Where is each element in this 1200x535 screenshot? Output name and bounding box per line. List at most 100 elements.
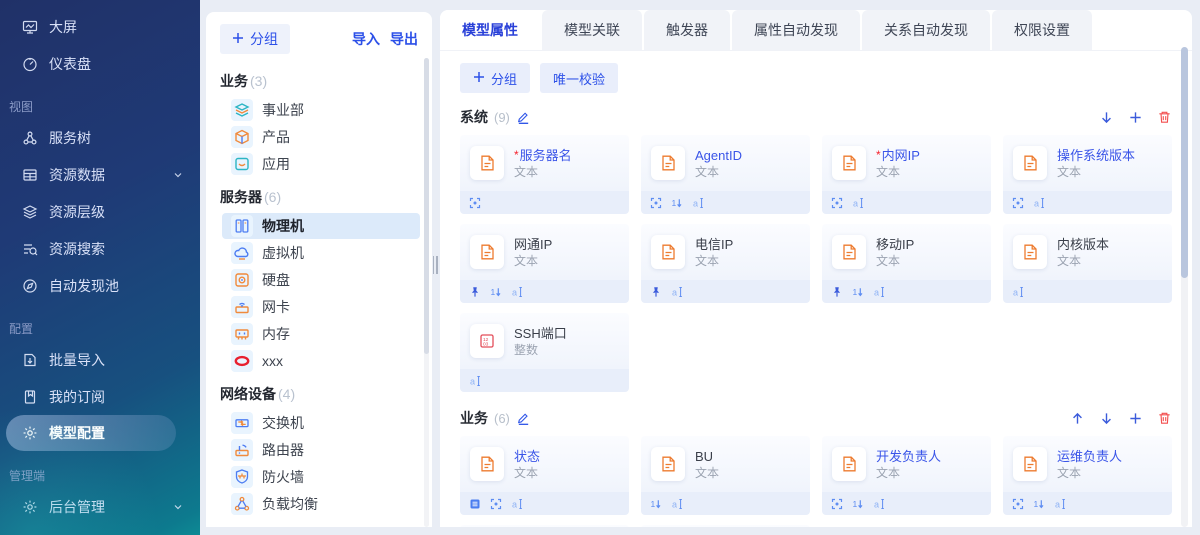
sidebar-item-big-screen[interactable]: 大屏 bbox=[0, 8, 200, 45]
tree-item-network-card[interactable]: 网卡 bbox=[222, 294, 420, 320]
sidebar-item-model-config[interactable]: 模型配置 bbox=[6, 415, 176, 451]
attribute-type: 文本 bbox=[514, 166, 572, 178]
attribute-card-status[interactable]: 状态文本a bbox=[460, 436, 629, 515]
doc-text-icon bbox=[470, 146, 504, 180]
rename-icon[interactable]: a bbox=[852, 197, 864, 209]
pin-icon[interactable] bbox=[650, 286, 662, 298]
model-detail-panel: 模型属性模型关联触发器属性自动发现关系自动发现权限设置 分组 唯一校验 系统(9… bbox=[440, 10, 1192, 527]
tree-item-switch[interactable]: 交换机 bbox=[222, 410, 420, 436]
tab-model-attribute[interactable]: 模型属性 bbox=[440, 10, 540, 50]
tree-item-product[interactable]: 产品 bbox=[222, 124, 420, 150]
tree-item-xxx[interactable]: xxx bbox=[222, 348, 420, 374]
delete-section-icon[interactable] bbox=[1157, 411, 1172, 426]
tree-scrollbar-thumb[interactable] bbox=[424, 58, 429, 354]
attribute-card-os-version[interactable]: 操作系统版本文本a bbox=[1003, 135, 1172, 214]
rename-icon[interactable]: a bbox=[873, 498, 885, 510]
rename-icon[interactable]: a bbox=[671, 286, 683, 298]
sort-icon[interactable]: 1 bbox=[671, 197, 683, 209]
svg-text:a: a bbox=[512, 287, 517, 297]
move-down-icon[interactable] bbox=[1099, 411, 1114, 426]
tree-item-load-balancer[interactable]: 负载均衡 bbox=[222, 491, 420, 517]
rename-icon[interactable]: a bbox=[1054, 498, 1066, 510]
attribute-card-dev-owner[interactable]: 开发负责人文本1a bbox=[822, 436, 991, 515]
rename-icon[interactable]: a bbox=[873, 286, 885, 298]
svg-text:a: a bbox=[874, 499, 879, 509]
tab-model-relation[interactable]: 模型关联 bbox=[542, 10, 642, 50]
add-attribute-icon[interactable] bbox=[1128, 110, 1143, 125]
attribute-card-telecom-ip[interactable]: 电信IP文本a bbox=[641, 224, 810, 303]
tree-group-business: 业务(3) bbox=[206, 62, 432, 96]
scan-icon[interactable] bbox=[1012, 498, 1024, 510]
sidebar-item-batch-import[interactable]: 批量导入 bbox=[0, 341, 200, 378]
tree-item-business-unit[interactable]: 事业部 bbox=[222, 97, 420, 123]
attribute-card-netcom-ip[interactable]: 网通IP文本1a bbox=[460, 224, 629, 303]
sort-icon[interactable]: 1 bbox=[852, 286, 864, 298]
rename-icon[interactable]: a bbox=[469, 375, 481, 387]
scan-icon[interactable] bbox=[490, 498, 502, 510]
rename-icon[interactable]: a bbox=[1033, 197, 1045, 209]
scan-icon[interactable] bbox=[1012, 197, 1024, 209]
firewall-icon bbox=[231, 466, 253, 488]
add-attribute-icon[interactable] bbox=[1128, 411, 1143, 426]
delete-section-icon[interactable] bbox=[1157, 110, 1172, 125]
scan-icon[interactable] bbox=[650, 197, 662, 209]
move-down-icon[interactable] bbox=[1099, 110, 1114, 125]
rename-icon[interactable]: a bbox=[671, 498, 683, 510]
attribute-card-mobile-ip[interactable]: 移动IP文本1a bbox=[822, 224, 991, 303]
tree-item-virtual-machine[interactable]: 虚拟机 bbox=[222, 240, 420, 266]
sidebar-item-service-tree[interactable]: 服务树 bbox=[0, 119, 200, 156]
sidebar-item-resource-data[interactable]: 资源数据 bbox=[0, 156, 200, 193]
sidebar-item-resource-level[interactable]: 资源层级 bbox=[0, 193, 200, 230]
rename-icon[interactable]: a bbox=[1012, 286, 1024, 298]
scan-icon[interactable] bbox=[831, 498, 843, 510]
attribute-card-kernel-version[interactable]: 内核版本文本a bbox=[1003, 224, 1172, 303]
attribute-card-bu[interactable]: BU文本1a bbox=[641, 436, 810, 515]
add-attribute-group-button[interactable]: 分组 bbox=[460, 63, 530, 93]
doc-text-icon bbox=[470, 235, 504, 269]
sort-icon[interactable]: 1 bbox=[490, 286, 502, 298]
scan-icon[interactable] bbox=[469, 197, 481, 209]
tree-item-application[interactable]: 应用 bbox=[222, 151, 420, 177]
rename-icon[interactable]: a bbox=[692, 197, 704, 209]
tab-relation-auto-discovery[interactable]: 关系自动发现 bbox=[862, 10, 990, 50]
move-up-icon[interactable] bbox=[1070, 411, 1085, 426]
tree-item-physical-machine[interactable]: 物理机 bbox=[222, 213, 420, 239]
export-link[interactable]: 导出 bbox=[390, 29, 418, 49]
attribute-card-server-name[interactable]: *服务器名文本 bbox=[460, 135, 629, 214]
attribute-card-intranet-ip[interactable]: *内网IP文本a bbox=[822, 135, 991, 214]
attribute-card-agent-id[interactable]: AgentID文本1a bbox=[641, 135, 810, 214]
scan-icon[interactable] bbox=[831, 197, 843, 209]
rename-icon[interactable]: a bbox=[511, 286, 523, 298]
dashboard-icon bbox=[22, 56, 38, 72]
sort-icon[interactable]: 1 bbox=[650, 498, 662, 510]
attribute-card-ssh-port[interactable]: 1203SSH端口整数a bbox=[460, 313, 629, 392]
sidebar-item-backend-admin[interactable]: 后台管理 bbox=[0, 488, 200, 525]
tree-item-firewall[interactable]: 防火墙 bbox=[222, 464, 420, 490]
sidebar-item-resource-search[interactable]: 资源搜索 bbox=[0, 230, 200, 267]
tab-permission-setting[interactable]: 权限设置 bbox=[992, 10, 1092, 50]
main-scrollbar-thumb[interactable] bbox=[1181, 47, 1188, 278]
pin-icon[interactable] bbox=[831, 286, 843, 298]
tab-attribute-auto-discovery[interactable]: 属性自动发现 bbox=[732, 10, 860, 50]
svg-text:a: a bbox=[672, 499, 677, 509]
attribute-name: 电信IP bbox=[695, 237, 733, 252]
attribute-card-ops-owner[interactable]: 运维负责人文本1a bbox=[1003, 436, 1172, 515]
list-icon[interactable] bbox=[469, 498, 481, 510]
attribute-name: 操作系统版本 bbox=[1057, 148, 1135, 163]
add-group-button[interactable]: 分组 bbox=[220, 24, 290, 54]
tree-item-memory[interactable]: 内存 bbox=[222, 321, 420, 347]
sidebar-item-dashboard[interactable]: 仪表盘 bbox=[0, 45, 200, 82]
import-link[interactable]: 导入 bbox=[352, 29, 380, 49]
pin-icon[interactable] bbox=[469, 286, 481, 298]
tree-item-router[interactable]: 路由器 bbox=[222, 437, 420, 463]
unique-check-button[interactable]: 唯一校验 bbox=[540, 63, 618, 93]
tab-trigger[interactable]: 触发器 bbox=[644, 10, 730, 50]
tree-item-disk[interactable]: 硬盘 bbox=[222, 267, 420, 293]
sidebar-item-auto-discovery-pool[interactable]: 自动发现池 bbox=[0, 267, 200, 304]
required-mark: * bbox=[514, 148, 519, 163]
panel-resize-handle[interactable] bbox=[432, 256, 438, 274]
rename-icon[interactable]: a bbox=[511, 498, 523, 510]
sort-icon[interactable]: 1 bbox=[852, 498, 864, 510]
sort-icon[interactable]: 1 bbox=[1033, 498, 1045, 510]
sidebar-item-my-subscription[interactable]: 我的订阅 bbox=[0, 378, 200, 415]
